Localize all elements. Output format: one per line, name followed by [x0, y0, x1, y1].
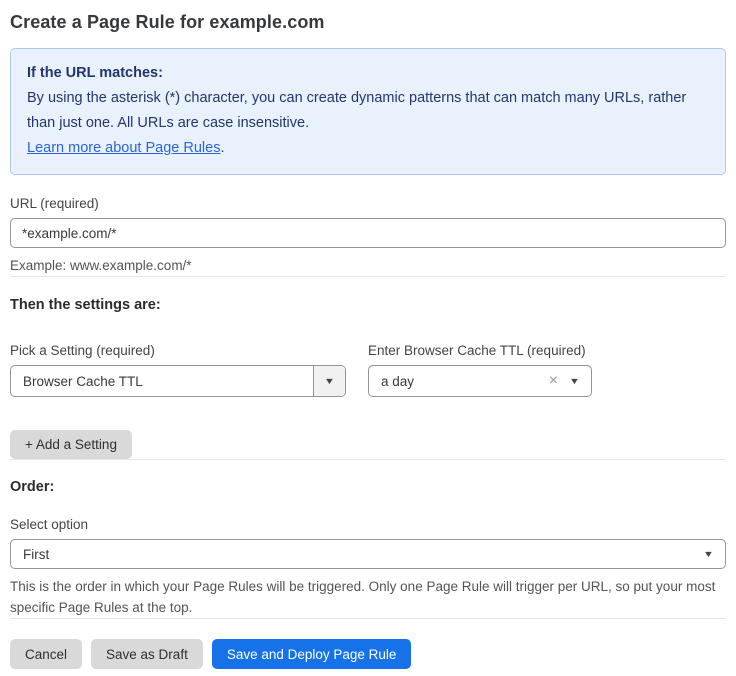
- add-setting-button[interactable]: + Add a Setting: [10, 430, 132, 459]
- chevron-down-icon: ▼: [703, 550, 714, 559]
- chevron-down-icon: ▼: [324, 377, 335, 386]
- order-section-heading: Order:: [10, 479, 726, 495]
- order-select[interactable]: First ▼: [10, 539, 726, 569]
- ttl-select-icons: × ▼: [549, 373, 591, 389]
- setting-picker-label: Pick a Setting (required): [10, 343, 346, 358]
- setting-picker-field: Pick a Setting (required) Browser Cache …: [10, 343, 346, 397]
- order-value: First: [11, 547, 704, 562]
- ttl-value: a day: [369, 374, 549, 389]
- divider: [10, 459, 726, 460]
- divider: [10, 276, 726, 277]
- ttl-label: Enter Browser Cache TTL (required): [368, 343, 592, 358]
- select-arrow-button[interactable]: ▼: [313, 366, 345, 396]
- url-input[interactable]: [10, 218, 726, 248]
- url-field: URL (required) Example: www.example.com/…: [10, 196, 726, 276]
- save-and-deploy-button[interactable]: Save and Deploy Page Rule: [212, 639, 412, 669]
- order-helper-text: This is the order in which your Page Rul…: [10, 576, 726, 618]
- divider: [10, 618, 726, 619]
- chevron-down-icon: ▼: [569, 377, 580, 386]
- cancel-button[interactable]: Cancel: [10, 639, 82, 669]
- ttl-select[interactable]: a day × ▼: [368, 365, 592, 397]
- page-title: Create a Page Rule for example.com: [10, 12, 726, 33]
- save-as-draft-button[interactable]: Save as Draft: [91, 639, 203, 669]
- order-field: Select option First ▼ This is the order …: [10, 517, 726, 618]
- clear-icon[interactable]: ×: [549, 373, 558, 389]
- create-page-rule-form: Create a Page Rule for example.com If th…: [0, 0, 736, 669]
- url-helper-text: Example: www.example.com/*: [10, 255, 726, 276]
- url-match-info-box: If the URL matches: By using the asteris…: [10, 48, 726, 175]
- info-box-link-line: Learn more about Page Rules.: [27, 136, 709, 161]
- footer-actions: Cancel Save as Draft Save and Deploy Pag…: [10, 639, 726, 669]
- ttl-field: Enter Browser Cache TTL (required) a day…: [368, 343, 592, 397]
- setting-picker-select[interactable]: Browser Cache TTL ▼: [10, 365, 346, 397]
- link-period: .: [220, 140, 224, 156]
- settings-section-heading: Then the settings are:: [10, 297, 726, 313]
- learn-more-link[interactable]: Learn more about Page Rules: [27, 140, 220, 156]
- url-label: URL (required): [10, 196, 726, 211]
- settings-field-row: Pick a Setting (required) Browser Cache …: [10, 343, 726, 397]
- order-label: Select option: [10, 517, 726, 532]
- info-box-heading: If the URL matches:: [27, 61, 709, 86]
- setting-picker-value: Browser Cache TTL: [11, 374, 313, 389]
- info-box-body: By using the asterisk (*) character, you…: [27, 86, 687, 136]
